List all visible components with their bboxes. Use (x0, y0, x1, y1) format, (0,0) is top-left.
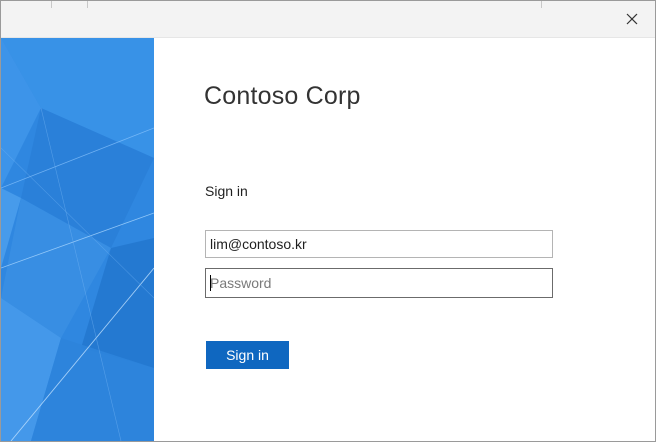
abstract-background-art (1, 38, 154, 441)
title-bar-divider (541, 1, 542, 8)
close-button[interactable] (609, 1, 655, 37)
title-bar-divider (87, 1, 88, 8)
sign-in-button[interactable]: Sign in (206, 341, 289, 369)
sign-in-content: Contoso Corp Sign in Sign in (154, 38, 655, 441)
title-bar-divider (51, 1, 52, 8)
title-bar (1, 1, 655, 38)
email-field[interactable] (205, 230, 553, 258)
sign-in-heading: Sign in (205, 183, 248, 199)
close-icon (626, 13, 638, 25)
password-field[interactable] (205, 268, 553, 298)
text-cursor (210, 275, 211, 291)
branding-illustration (1, 38, 154, 441)
organization-name: Contoso Corp (204, 82, 361, 110)
sign-in-dialog: Contoso Corp Sign in Sign in (0, 0, 656, 442)
